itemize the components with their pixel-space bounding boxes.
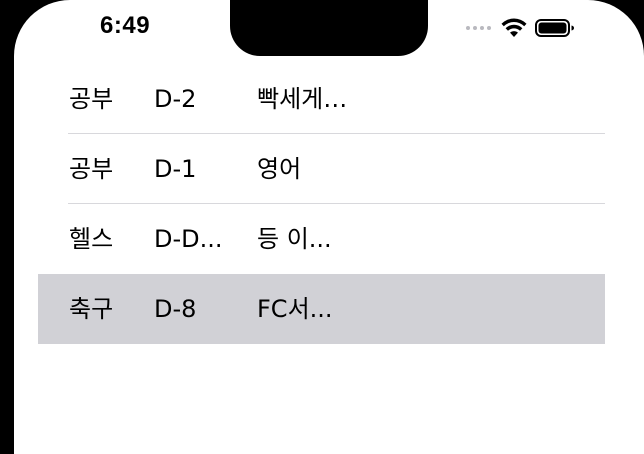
row-dday: D-8: [154, 295, 197, 323]
status-time: 6:49: [100, 12, 151, 39]
row-category: 공부: [69, 85, 114, 113]
row-category: 공부: [69, 155, 114, 183]
row-dday: D-2: [154, 85, 197, 113]
row-title: 영어: [257, 155, 302, 183]
row-category: 헬스: [69, 225, 114, 253]
row-title: 등 이...: [257, 225, 332, 253]
dynamic-island: [230, 0, 428, 56]
battery-icon: [535, 19, 574, 37]
row-dday: D-D...: [154, 225, 223, 253]
wifi-icon: [501, 18, 527, 37]
device-frame: 6:49 공부 D-2 빡세게… 공부 D-1 영어 헬스 D-D... 등 이…: [0, 0, 644, 454]
goal-list: 공부 D-2 빡세게… 공부 D-1 영어 헬스 D-D... 등 이... 축…: [38, 64, 605, 344]
status-icons: [466, 16, 575, 40]
row-title: FC서...: [257, 295, 333, 323]
row-dday: D-1: [154, 155, 197, 183]
row-title: 빡세게…: [257, 85, 348, 113]
list-item[interactable]: 공부 D-1 영어: [38, 134, 605, 204]
list-item-selected[interactable]: 축구 D-8 FC서...: [38, 274, 605, 344]
list-item[interactable]: 공부 D-2 빡세게…: [38, 64, 605, 134]
row-category: 축구: [69, 295, 114, 323]
screen: 6:49 공부 D-2 빡세게… 공부 D-1 영어 헬스 D-D... 등 이…: [14, 0, 644, 454]
cellular-dots-icon: [466, 26, 491, 30]
list-item[interactable]: 헬스 D-D... 등 이...: [38, 204, 605, 274]
